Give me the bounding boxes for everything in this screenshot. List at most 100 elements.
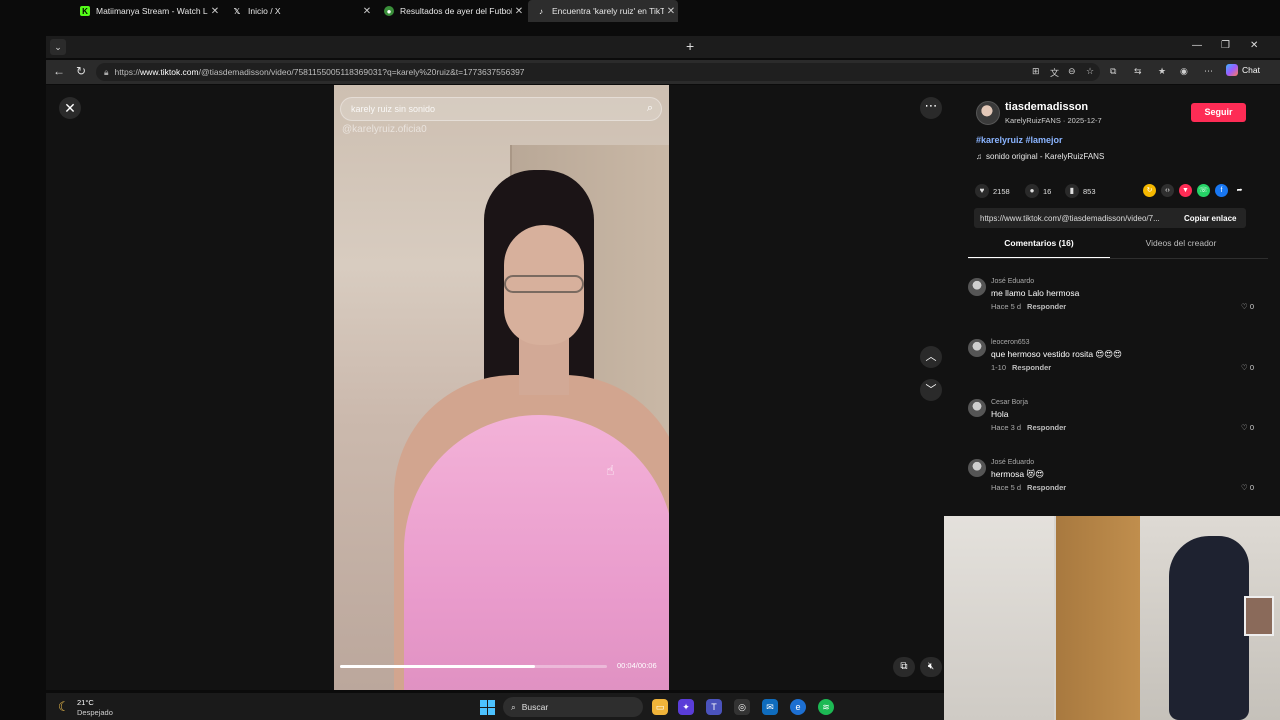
- split-screen-icon[interactable]: ⇆: [1134, 66, 1142, 77]
- comment-user[interactable]: leoceron653: [991, 339, 1030, 346]
- comment-like[interactable]: ♡ 0: [1241, 423, 1254, 432]
- close-icon[interactable]: ✕: [360, 6, 374, 17]
- pip-button[interactable]: ⧉: [893, 657, 915, 677]
- tab-tiktok[interactable]: ♪ Encuentra 'karely ruiz' en TikTok | ✕: [528, 0, 678, 22]
- copy-link-button[interactable]: Copiar enlace: [1184, 214, 1236, 223]
- video-search-bar[interactable]: karely ruiz sin sonido ⌕: [340, 97, 662, 121]
- reply-button[interactable]: Responder: [1027, 302, 1066, 311]
- comment-icon[interactable]: ●: [1025, 184, 1039, 198]
- tab-kick[interactable]: K Matiimanya Stream - Watch Live o ✕: [72, 0, 222, 22]
- webcam-picture-frame: [1244, 596, 1274, 636]
- commenter-avatar[interactable]: [968, 399, 986, 417]
- facebook-icon[interactable]: f: [1215, 184, 1228, 197]
- whatsapp-icon[interactable]: ☏: [1197, 184, 1210, 197]
- favorites-icon[interactable]: ★: [1158, 66, 1166, 77]
- close-icon[interactable]: ✕: [512, 6, 526, 17]
- weather-temperature[interactable]: 21°C: [77, 698, 94, 707]
- heart-outline-icon[interactable]: ♡: [1241, 363, 1248, 372]
- share-arrow-icon[interactable]: ➦: [1233, 184, 1246, 197]
- video-subject-dress: [404, 415, 669, 690]
- teams-icon[interactable]: T: [706, 699, 722, 715]
- tab-creator-videos[interactable]: Videos del creador: [1110, 238, 1252, 258]
- comment-user[interactable]: José Eduardo: [991, 278, 1034, 285]
- video-progress-fill: [340, 665, 535, 668]
- previous-video-button[interactable]: ︿: [920, 346, 942, 368]
- heart-outline-icon[interactable]: ♡: [1241, 302, 1248, 311]
- reply-button[interactable]: Responder: [1012, 363, 1051, 372]
- more-menu-icon[interactable]: ⋯: [1204, 66, 1213, 77]
- comment-like[interactable]: ♡ 0: [1241, 483, 1254, 492]
- copilot-app-icon[interactable]: ✦: [678, 699, 694, 715]
- repost-icon[interactable]: ↻: [1143, 184, 1156, 197]
- taskbar-search[interactable]: ⌕ Buscar: [503, 697, 643, 717]
- next-video-button[interactable]: ﹀: [920, 379, 942, 401]
- commenter-avatar[interactable]: [968, 339, 986, 357]
- reply-button[interactable]: Responder: [1027, 483, 1066, 492]
- send-icon[interactable]: ▼: [1179, 184, 1192, 197]
- weather-description[interactable]: Despejado: [77, 708, 113, 717]
- spotify-icon[interactable]: ≋: [818, 699, 834, 715]
- favorite-star-icon[interactable]: ☆: [1086, 66, 1094, 77]
- commenter-avatar[interactable]: [968, 459, 986, 477]
- mute-button[interactable]: 🔇︎: [920, 657, 942, 677]
- share-url: https://www.tiktok.com/@tiasdemadisson/v…: [980, 213, 1160, 223]
- file-explorer-icon[interactable]: ▭: [652, 699, 668, 715]
- chrome-icon[interactable]: ◎: [734, 699, 750, 715]
- restore-icon[interactable]: ❐: [1221, 40, 1230, 51]
- copilot-chat-button[interactable]: Chat: [1226, 64, 1260, 76]
- zoom-icon[interactable]: ⊖: [1068, 66, 1076, 77]
- creator-avatar[interactable]: [976, 101, 1000, 125]
- webcam-overlay: [944, 516, 1280, 720]
- comment-user[interactable]: José Eduardo: [991, 459, 1034, 466]
- new-tab-button[interactable]: +: [686, 38, 694, 54]
- sound-label: sonido original - KarelyRuizFANS: [986, 152, 1105, 161]
- comment-stat[interactable]: ● 16: [1025, 184, 1051, 198]
- start-button[interactable]: [480, 700, 495, 715]
- bookmark-icon[interactable]: ▮: [1065, 184, 1079, 198]
- webcam-chair: [1169, 536, 1249, 720]
- comment-like[interactable]: ♡ 0: [1241, 363, 1254, 372]
- share-link-box[interactable]: https://www.tiktok.com/@tiasdemadisson/v…: [974, 208, 1246, 228]
- translate-icon[interactable]: 文: [1050, 66, 1059, 79]
- minimize-icon[interactable]: —: [1192, 40, 1202, 51]
- search-query: karely ruiz sin sonido: [351, 104, 436, 114]
- tab-x[interactable]: 𝕏 Inicio / X ✕: [224, 0, 374, 22]
- music-note-icon: ♫: [976, 152, 982, 161]
- commenter-avatar[interactable]: [968, 278, 986, 296]
- follow-button[interactable]: Seguir: [1191, 103, 1246, 122]
- window-close-icon[interactable]: ✕: [1250, 40, 1258, 51]
- reload-icon[interactable]: ↻: [76, 64, 86, 78]
- extensions-icon[interactable]: ⧉: [1110, 66, 1116, 77]
- comment-like[interactable]: ♡ 0: [1241, 302, 1254, 311]
- video-player[interactable]: [334, 85, 669, 690]
- mail-icon[interactable]: ✉: [762, 699, 778, 715]
- embed-icon[interactable]: ‹›: [1161, 184, 1174, 197]
- app-available-icon[interactable]: ⊞: [1032, 66, 1040, 77]
- close-icon[interactable]: ✕: [208, 6, 222, 17]
- comment-user[interactable]: Cesar Borja: [991, 399, 1028, 406]
- tab-label: Encuentra 'karely ruiz' en TikTok |: [552, 6, 664, 16]
- edge-icon[interactable]: e: [790, 699, 806, 715]
- close-icon[interactable]: ✕: [664, 6, 678, 17]
- hashtags[interactable]: #karelyruiz #lamejor: [976, 135, 1063, 145]
- moon-icon[interactable]: ☾: [58, 699, 70, 715]
- profile-avatar-icon[interactable]: ◉: [1180, 66, 1188, 77]
- like-stat[interactable]: ♥ 2158: [975, 184, 1010, 198]
- tab-comments[interactable]: Comentarios (16): [968, 238, 1110, 258]
- search-icon: ⌕: [511, 701, 516, 712]
- back-icon[interactable]: ←: [53, 64, 65, 78]
- more-options-button[interactable]: ⋯: [920, 97, 942, 119]
- reply-button[interactable]: Responder: [1027, 423, 1066, 432]
- address-bar[interactable]: 🔒︎ https://www.tiktok.com/@tiasdemadisso…: [96, 63, 1100, 81]
- video-progress-bar[interactable]: [340, 665, 607, 668]
- tab-list-button[interactable]: ⌄: [50, 39, 66, 55]
- heart-outline-icon[interactable]: ♡: [1241, 483, 1248, 492]
- save-stat[interactable]: ▮ 853: [1065, 184, 1096, 198]
- heart-icon[interactable]: ♥: [975, 184, 989, 198]
- search-icon[interactable]: ⌕: [647, 102, 653, 115]
- sound-link[interactable]: ♫ sonido original - KarelyRuizFANS: [976, 152, 1104, 161]
- close-video-button[interactable]: ✕: [59, 97, 81, 119]
- creator-name[interactable]: tiasdemadisson: [1005, 101, 1088, 113]
- heart-outline-icon[interactable]: ♡: [1241, 423, 1248, 432]
- tab-futbol[interactable]: ● Resultados de ayer del Futbol Arg ✕: [376, 0, 526, 22]
